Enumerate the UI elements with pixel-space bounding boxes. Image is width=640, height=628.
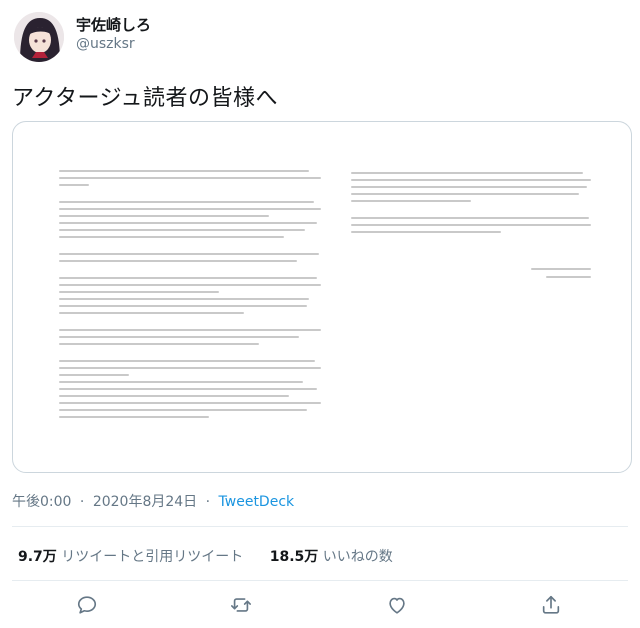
like-icon bbox=[389, 597, 405, 614]
retweets-count: 9.7万 bbox=[18, 549, 57, 565]
share-button[interactable] bbox=[540, 594, 566, 620]
letter-page-left bbox=[59, 170, 321, 470]
tweet-time[interactable]: 午後0:00 bbox=[12, 494, 71, 510]
reply-icon bbox=[77, 596, 97, 614]
attached-letter-image[interactable] bbox=[12, 121, 632, 473]
share-icon bbox=[542, 595, 560, 614]
divider bbox=[12, 580, 628, 581]
retweet-button[interactable] bbox=[230, 594, 256, 620]
likes-count: 18.5万 bbox=[269, 549, 319, 565]
divider bbox=[12, 526, 628, 527]
tweet-date[interactable]: 2020年8月24日 bbox=[93, 494, 197, 510]
likes-label: いいねの数 bbox=[322, 549, 393, 565]
meta-separator: · bbox=[79, 494, 85, 510]
retweets-label: リツイートと引用リツイート bbox=[61, 549, 244, 565]
reply-button[interactable] bbox=[76, 594, 102, 620]
tweet-stats: 9.7万 リツイートと引用リツイート 18.5万 いいねの数 bbox=[18, 546, 393, 566]
tweet-text: アクタージュ読者の皆様へ bbox=[12, 86, 279, 111]
like-button[interactable] bbox=[386, 594, 412, 620]
meta-separator: · bbox=[205, 494, 211, 510]
user-handle[interactable]: @uszksr bbox=[76, 36, 135, 52]
retweet-icon bbox=[231, 598, 251, 612]
likes-stat[interactable]: 18.5万 いいねの数 bbox=[270, 546, 393, 566]
action-bar bbox=[0, 592, 640, 622]
tweet-meta: 午後0:00 · 2020年8月24日 · TweetDeck bbox=[12, 491, 294, 511]
tweet-source-link[interactable]: TweetDeck bbox=[219, 494, 295, 510]
retweets-stat[interactable]: 9.7万 リツイートと引用リツイート bbox=[18, 546, 243, 566]
letter-page-right bbox=[351, 172, 591, 412]
avatar[interactable] bbox=[14, 12, 64, 62]
avatar-illustration bbox=[14, 12, 64, 62]
display-name[interactable]: 宇佐崎しろ bbox=[76, 14, 151, 35]
